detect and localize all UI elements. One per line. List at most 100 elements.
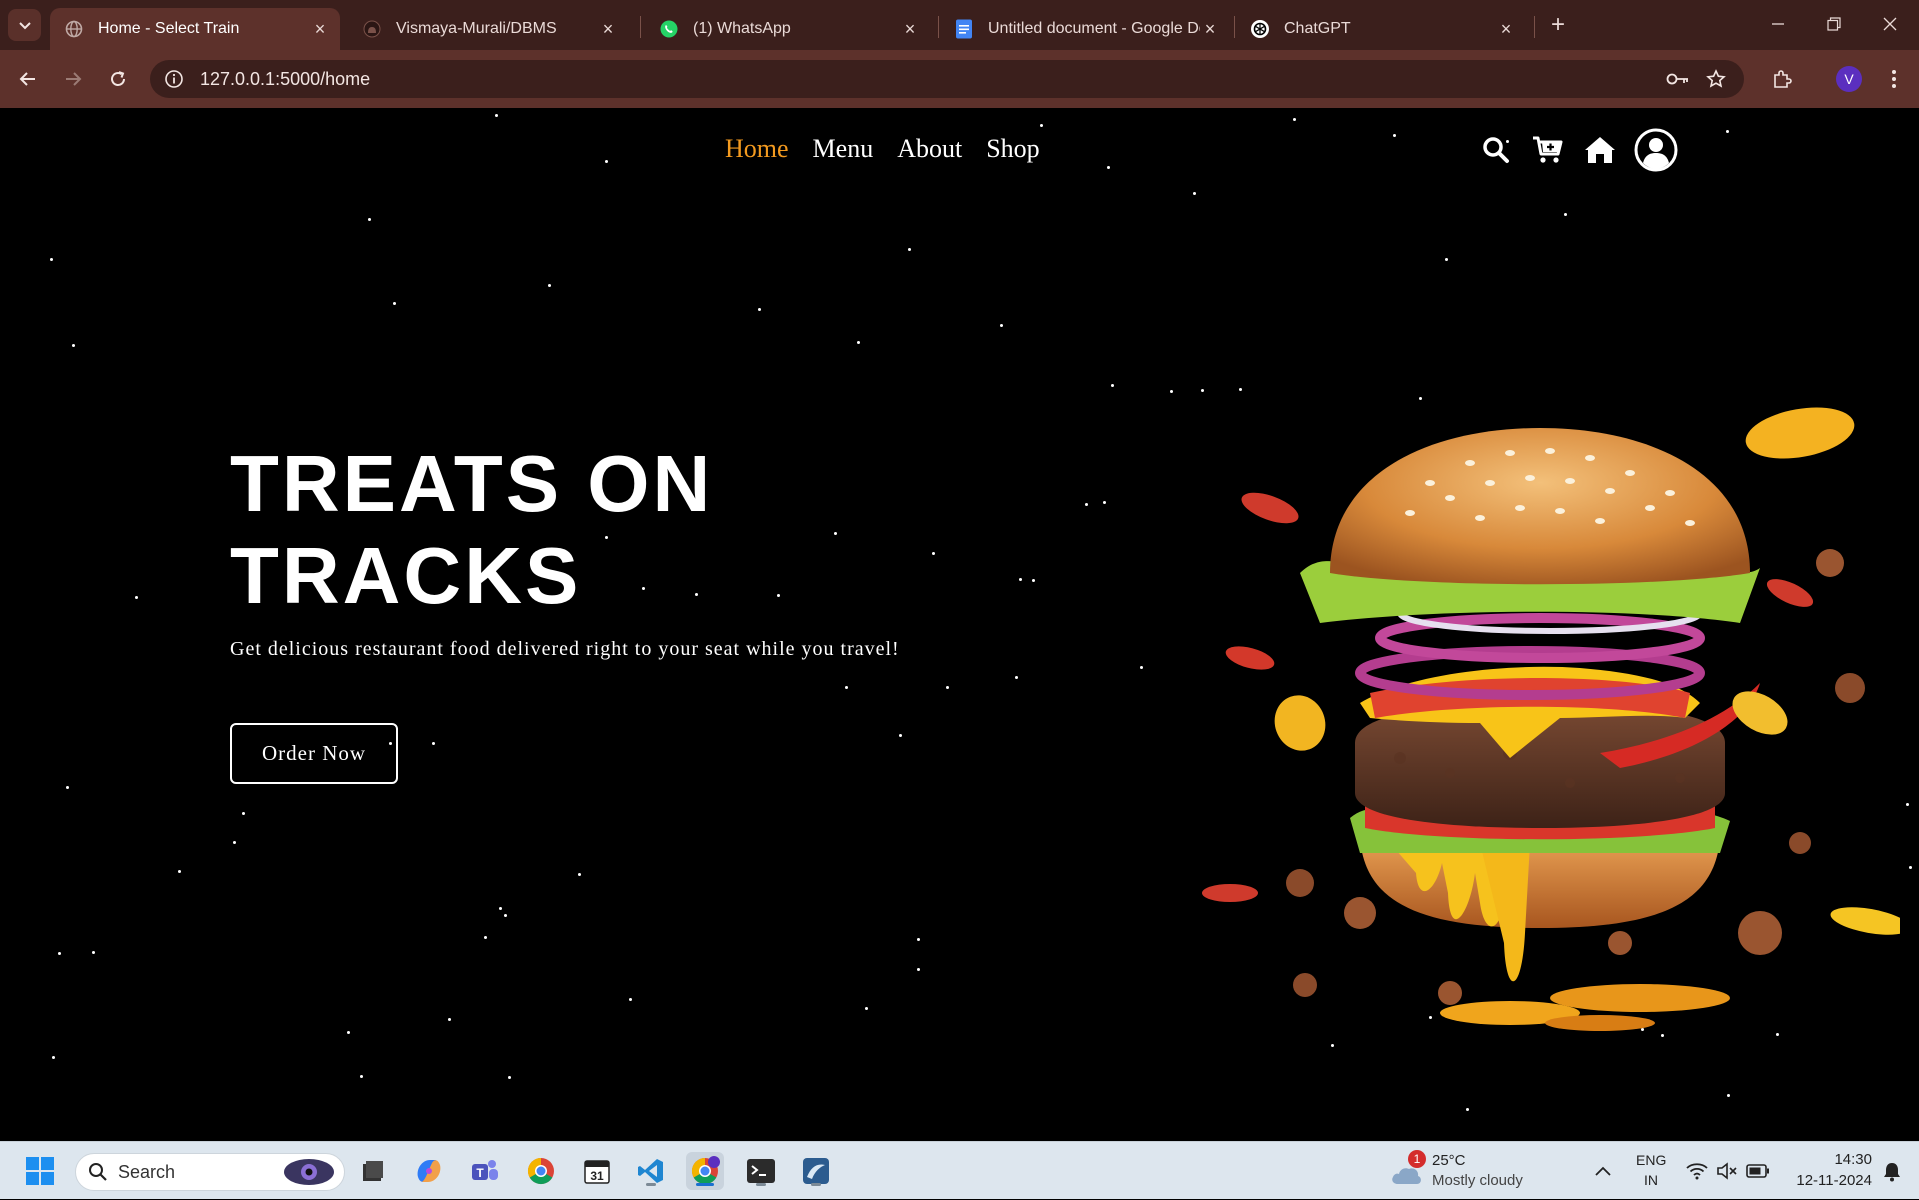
tab-home-select-train[interactable]: Home - Select Train ×: [50, 8, 340, 50]
chevron-down-icon: [18, 22, 31, 30]
chrome-profile-icon[interactable]: [686, 1152, 724, 1190]
star: [946, 686, 949, 689]
battery-icon: [1746, 1164, 1769, 1178]
profile-avatar[interactable]: V: [1836, 66, 1862, 92]
tab-divider: [640, 16, 641, 38]
svg-text:T: T: [476, 1166, 484, 1180]
burger-image: [1202, 407, 1900, 1031]
nav-about[interactable]: About: [897, 134, 962, 164]
star: [1726, 130, 1729, 133]
address-bar[interactable]: 127.0.0.1:5000/home: [150, 60, 1744, 98]
home-icon[interactable]: [1582, 132, 1618, 168]
order-now-button[interactable]: Order Now: [230, 723, 398, 784]
close-window-button[interactable]: [1870, 8, 1910, 40]
terminal-icon[interactable]: [742, 1152, 780, 1190]
star: [1032, 579, 1035, 582]
forward-button[interactable]: [55, 61, 91, 97]
star: [368, 218, 371, 221]
password-key-icon[interactable]: [1666, 67, 1690, 91]
star: [605, 160, 608, 163]
nav-menu[interactable]: Menu: [813, 134, 874, 164]
google-docs-icon: [954, 19, 974, 39]
tab-close-icon[interactable]: ×: [598, 19, 618, 39]
running-indicator: [756, 1183, 766, 1186]
tab-strip: Home - Select Train × Vismaya-Murali/DBM…: [0, 0, 1919, 50]
taskbar-search[interactable]: Search: [75, 1153, 345, 1191]
tab-github[interactable]: Vismaya-Murali/DBMS ×: [348, 8, 628, 50]
star: [504, 914, 507, 917]
star: [834, 532, 837, 535]
star: [432, 742, 435, 745]
weather-widget[interactable]: 1 25°C Mostly cloudy: [1390, 1142, 1540, 1200]
copilot-icon[interactable]: [410, 1152, 448, 1190]
close-icon: [1883, 17, 1897, 31]
clock[interactable]: 14:30 12-11-2024: [1786, 1142, 1872, 1200]
star: [917, 938, 920, 941]
language-indicator[interactable]: ENG IN: [1630, 1142, 1674, 1200]
tab-close-icon[interactable]: ×: [1496, 19, 1516, 39]
file-explorer-icon[interactable]: [354, 1152, 392, 1190]
back-button[interactable]: [10, 61, 46, 97]
star: [1909, 866, 1912, 869]
mysql-workbench-icon[interactable]: [797, 1152, 835, 1190]
tab-google-docs[interactable]: Untitled document - Google Do ×: [940, 8, 1230, 50]
chatgpt-icon: [1250, 19, 1270, 39]
chrome-menu-button[interactable]: [1876, 61, 1912, 97]
chrome-icon[interactable]: [522, 1152, 560, 1190]
arrow-left-icon: [19, 72, 35, 86]
minimize-button[interactable]: [1758, 8, 1798, 40]
hero-subtitle: Get delicious restaurant food delivered …: [230, 638, 900, 660]
calendar-icon[interactable]: 31: [578, 1152, 616, 1190]
bookmark-star-icon[interactable]: [1704, 67, 1728, 91]
star: [1393, 134, 1396, 137]
tab-title: (1) WhatsApp: [693, 20, 791, 37]
reload-button[interactable]: [100, 61, 136, 97]
nav-shop[interactable]: Shop: [986, 134, 1039, 164]
teams-icon[interactable]: T: [466, 1152, 504, 1190]
running-indicator: [646, 1183, 656, 1186]
tab-title: Home - Select Train: [98, 20, 240, 37]
search-icon[interactable]: [1478, 132, 1514, 168]
star: [499, 907, 502, 910]
volume-muted-icon: [1717, 1162, 1737, 1180]
hero-title-line1: TREATS ON: [230, 439, 714, 528]
wifi-icon: [1686, 1163, 1708, 1180]
star: [578, 873, 581, 876]
tab-search-dropdown[interactable]: [8, 9, 41, 41]
hero-title-line2: TRACKS: [230, 531, 582, 620]
star: [92, 951, 95, 954]
site-info-icon[interactable]: [162, 67, 186, 91]
weather-badge: 1: [1408, 1150, 1426, 1168]
header-icons: [1478, 128, 1694, 172]
star: [1085, 503, 1088, 506]
language-line2: IN: [1644, 1172, 1658, 1188]
tab-close-icon[interactable]: ×: [900, 19, 920, 39]
language-line1: ENG: [1636, 1152, 1667, 1168]
quick-settings[interactable]: [1686, 1142, 1786, 1200]
restore-button[interactable]: [1814, 8, 1854, 40]
extensions-button[interactable]: [1764, 61, 1800, 97]
nav-home[interactable]: Home: [725, 134, 789, 164]
tab-chatgpt[interactable]: ChatGPT ×: [1236, 8, 1526, 50]
notifications-button[interactable]: [1878, 1142, 1908, 1200]
puzzle-icon: [1774, 70, 1792, 88]
star: [1140, 666, 1143, 669]
star: [1727, 1094, 1730, 1097]
cart-plus-icon[interactable]: [1530, 132, 1566, 168]
start-button[interactable]: [21, 1152, 59, 1190]
running-indicator: [811, 1183, 821, 1186]
tab-whatsapp[interactable]: (1) WhatsApp ×: [645, 8, 930, 50]
new-tab-button[interactable]: +: [1544, 11, 1572, 39]
tab-close-icon[interactable]: ×: [1200, 19, 1220, 39]
star: [393, 302, 396, 305]
tab-title: Vismaya-Murali/DBMS: [396, 20, 557, 37]
star: [52, 1056, 55, 1059]
vscode-icon[interactable]: [632, 1152, 670, 1190]
star: [484, 936, 487, 939]
tab-title: ChatGPT: [1284, 20, 1351, 37]
user-icon[interactable]: [1634, 128, 1678, 172]
show-hidden-icons-button[interactable]: [1590, 1142, 1616, 1200]
star: [1193, 192, 1196, 195]
tab-close-icon[interactable]: ×: [310, 19, 330, 39]
star: [360, 1075, 363, 1078]
